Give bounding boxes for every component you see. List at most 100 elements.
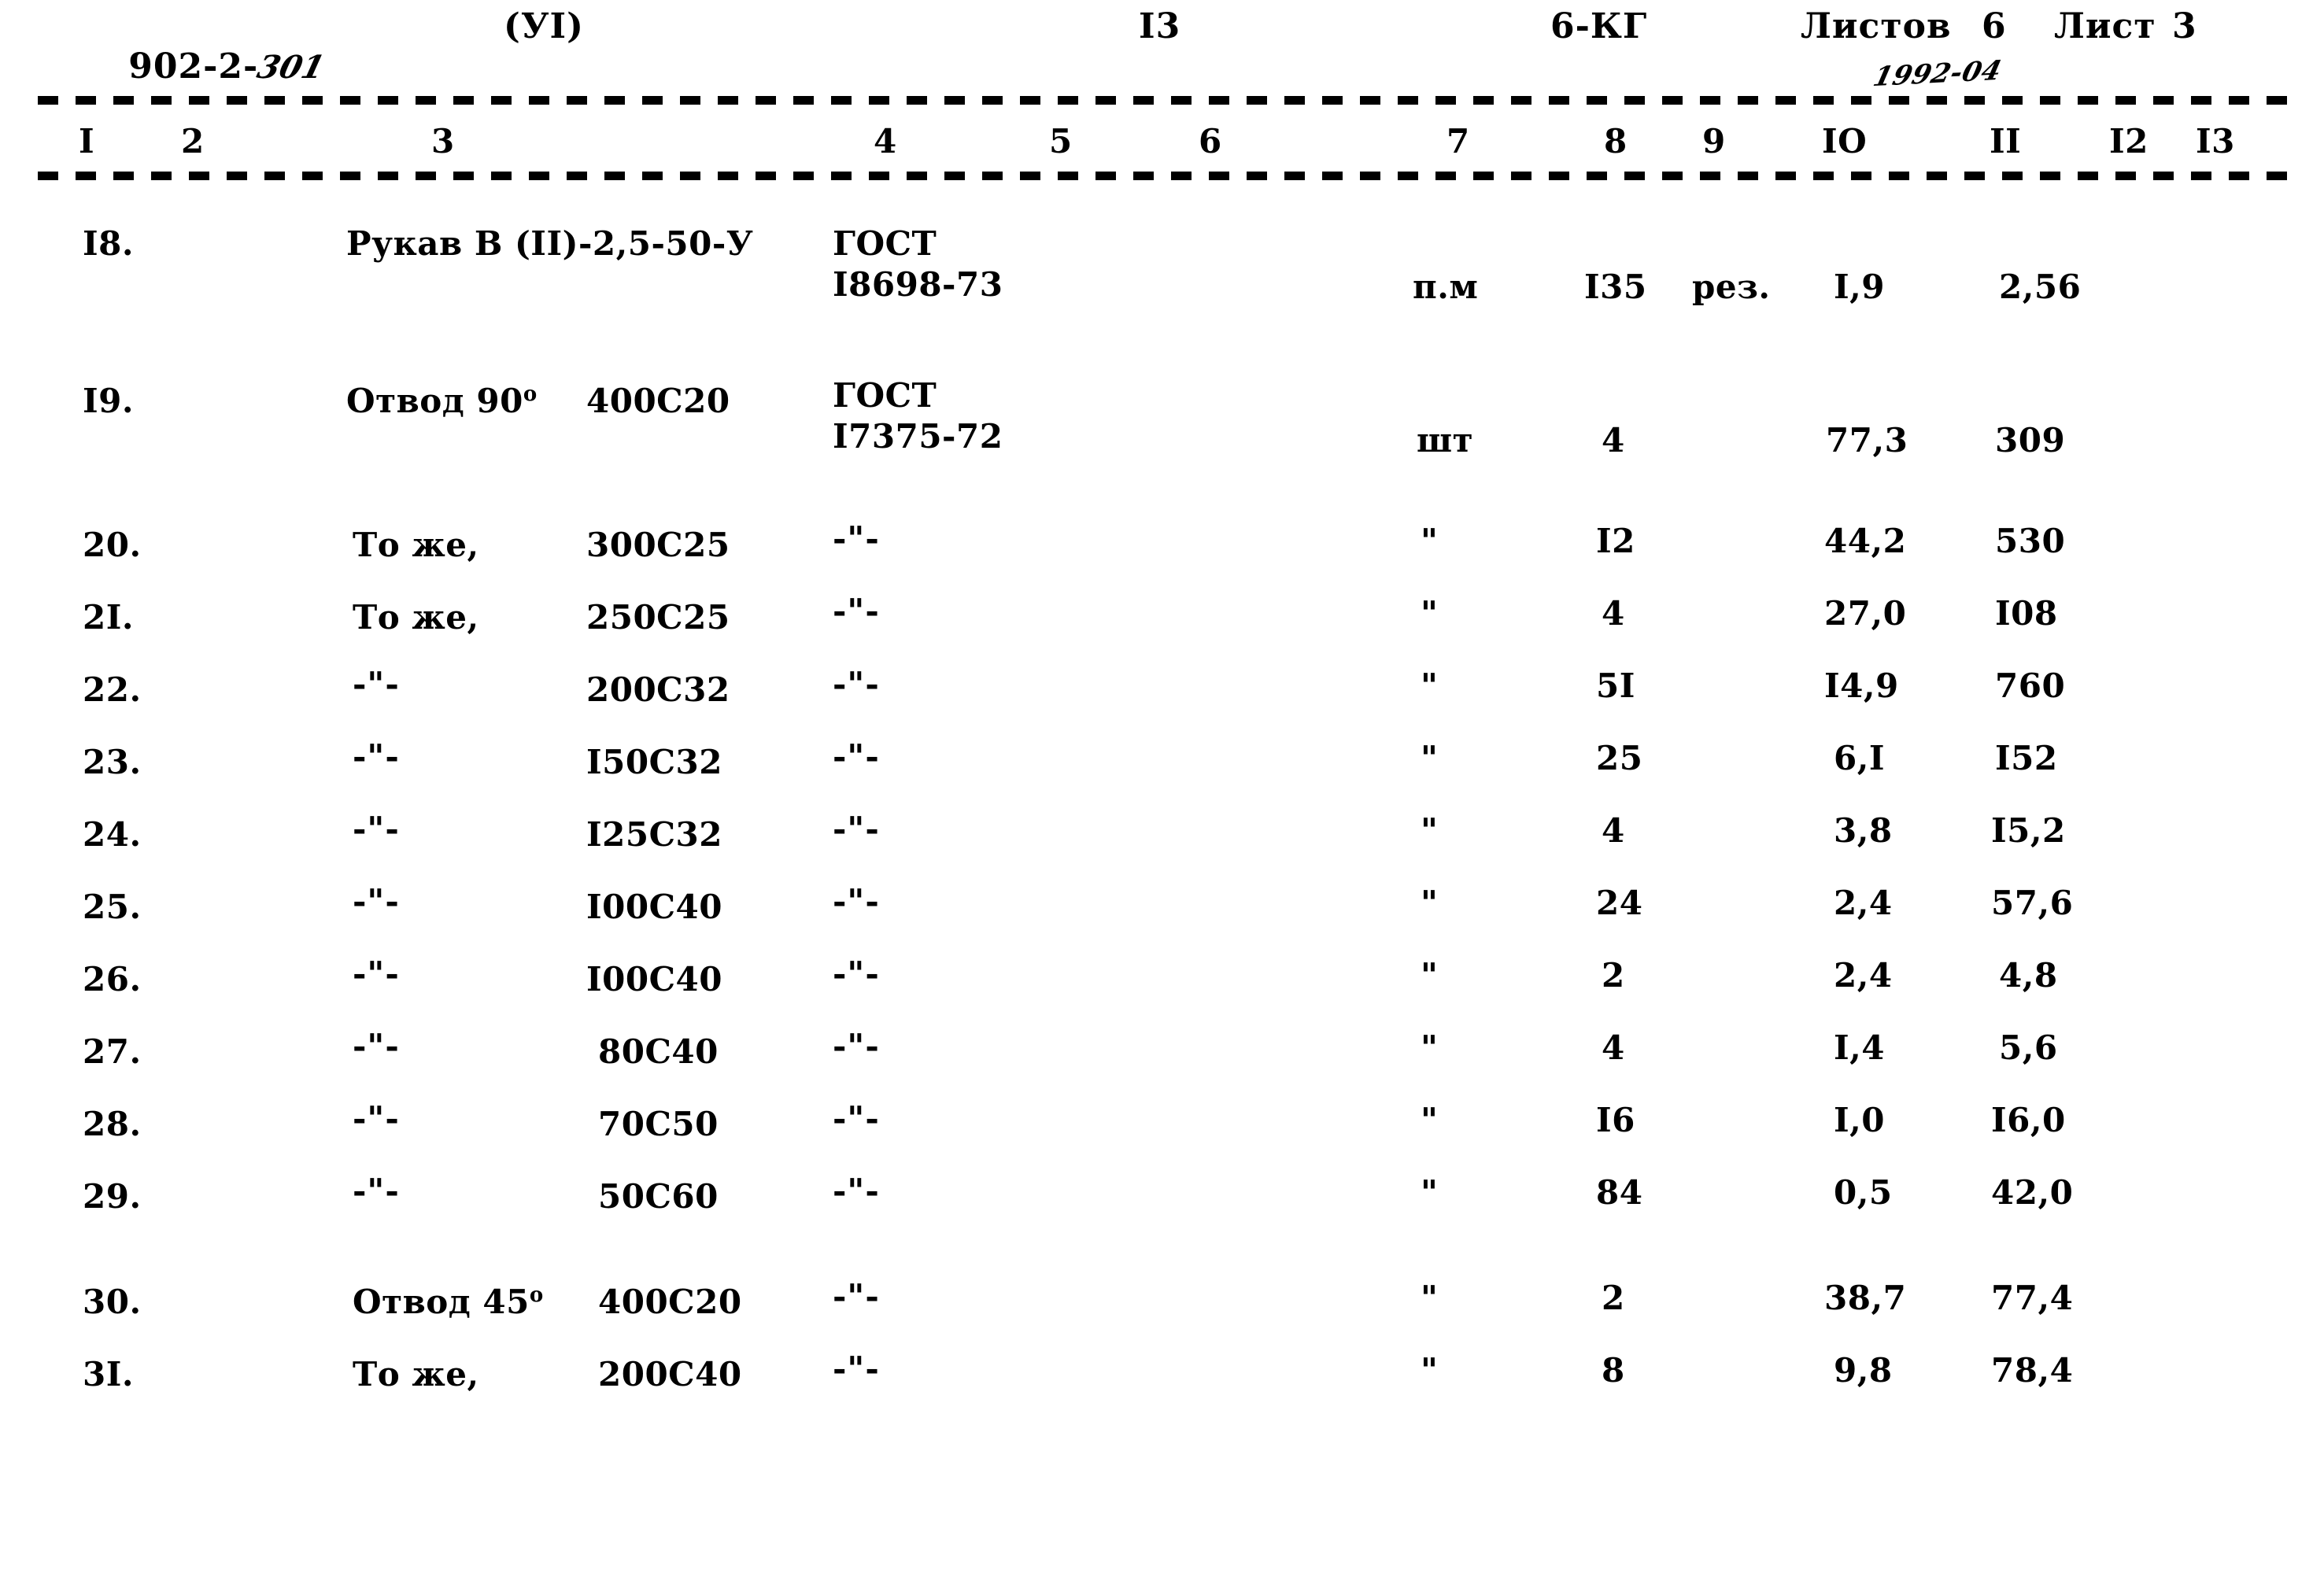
row-22-unit-mass: I4,9 bbox=[1824, 666, 1899, 705]
row-31-size: 200С40 bbox=[598, 1355, 742, 1394]
row-23-standard: -"- bbox=[833, 737, 880, 776]
row-18-material: рез. bbox=[1692, 268, 1771, 306]
row-26-name: -"- bbox=[353, 954, 400, 993]
row-25-unit: " bbox=[1421, 884, 1439, 922]
sheets-total-label: Листов bbox=[1801, 6, 1952, 46]
row-26-pos: 26. bbox=[83, 960, 142, 999]
row-19-total-mass: 309 bbox=[1995, 421, 2066, 460]
row-18-qty: I35 bbox=[1584, 268, 1647, 306]
column-number-11: II bbox=[1990, 122, 2022, 161]
row-25-total-mass: 57,6 bbox=[1991, 884, 2074, 922]
row-30-pos: 30. bbox=[83, 1283, 142, 1321]
row-29-name: -"- bbox=[353, 1172, 400, 1210]
row-25-size: I00С40 bbox=[586, 888, 722, 926]
row-28-unit-mass: I,0 bbox=[1834, 1101, 1885, 1139]
row-22-size: 200С32 bbox=[586, 670, 730, 709]
column-number-12: I2 bbox=[2109, 122, 2148, 161]
column-number-5: 5 bbox=[1049, 122, 1073, 161]
row-21-pos: 2I. bbox=[83, 598, 134, 637]
row-29-size: 50С60 bbox=[598, 1177, 719, 1216]
row-21-name: То же, bbox=[353, 598, 479, 637]
row-24-size: I25С32 bbox=[586, 815, 722, 854]
row-27-qty: 4 bbox=[1602, 1028, 1625, 1067]
doc-code-printed: 902-2- bbox=[128, 46, 259, 87]
row-30-degree-symbol: о bbox=[529, 1283, 544, 1307]
row-29-standard: -"- bbox=[833, 1172, 880, 1210]
row-22-standard: -"- bbox=[833, 665, 880, 703]
row-30-qty: 2 bbox=[1602, 1279, 1625, 1317]
row-19-degree-symbol: о bbox=[523, 382, 538, 406]
row-31-name: То же, bbox=[353, 1355, 479, 1394]
row-28-total-mass: I6,0 bbox=[1991, 1101, 2066, 1139]
column-number-6: 6 bbox=[1199, 122, 1222, 161]
row-31-qty: 8 bbox=[1602, 1351, 1625, 1390]
row-25-unit-mass: 2,4 bbox=[1834, 884, 1893, 922]
row-21-standard: -"- bbox=[833, 592, 880, 630]
sheet-number: 3 bbox=[2172, 6, 2197, 46]
row-30-total-mass: 77,4 bbox=[1991, 1279, 2074, 1317]
page-center-number: I3 bbox=[1139, 6, 1181, 46]
dashed-rule-header bbox=[38, 172, 2289, 180]
row-19-pos: I9. bbox=[83, 382, 134, 420]
row-30-unit-mass: 38,7 bbox=[1824, 1279, 1907, 1317]
row-20-unit-mass: 44,2 bbox=[1824, 522, 1907, 560]
row-18-name: Рукав В (II)-2,5-50-У bbox=[346, 224, 754, 263]
row-28-size: 70С50 bbox=[598, 1105, 719, 1143]
row-28-name: -"- bbox=[353, 1099, 400, 1138]
row-18-unit: п.м bbox=[1413, 268, 1479, 306]
row-27-name: -"- bbox=[353, 1027, 400, 1065]
row-20-unit: " bbox=[1421, 522, 1439, 560]
row-22-total-mass: 760 bbox=[1995, 666, 2066, 705]
row-21-total-mass: I08 bbox=[1995, 594, 2058, 633]
column-number-4: 4 bbox=[874, 122, 897, 161]
row-30-name: Отвод 45о bbox=[353, 1283, 544, 1321]
row-21-size: 250С25 bbox=[586, 598, 730, 637]
row-18-standard-number: I8698-73 bbox=[833, 265, 1003, 304]
row-25-name: -"- bbox=[353, 882, 400, 921]
row-24-unit-mass: 3,8 bbox=[1834, 811, 1893, 850]
row-26-total-mass: 4,8 bbox=[1999, 956, 2058, 995]
column-number-8: 8 bbox=[1604, 122, 1628, 161]
row-18-total-mass: 2,56 bbox=[1999, 268, 2082, 306]
row-20-name: То же, bbox=[353, 526, 479, 564]
row-25-standard: -"- bbox=[833, 882, 880, 921]
row-31-unit-mass: 9,8 bbox=[1834, 1351, 1893, 1390]
section-label: (УI) bbox=[504, 6, 584, 46]
row-24-pos: 24. bbox=[83, 815, 142, 854]
row-26-standard: -"- bbox=[833, 954, 880, 993]
column-number-9: 9 bbox=[1702, 122, 1726, 161]
row-27-pos: 27. bbox=[83, 1032, 142, 1071]
row-28-pos: 28. bbox=[83, 1105, 142, 1143]
row-23-total-mass: I52 bbox=[1995, 739, 2058, 777]
row-24-name: -"- bbox=[353, 810, 400, 848]
row-31-unit: " bbox=[1421, 1351, 1439, 1390]
row-19-name-text: Отвод 90 bbox=[346, 382, 523, 420]
row-24-unit: " bbox=[1421, 811, 1439, 850]
row-28-standard: -"- bbox=[833, 1099, 880, 1138]
row-19-qty: 4 bbox=[1602, 421, 1625, 460]
row-20-qty: I2 bbox=[1596, 522, 1635, 560]
row-24-standard: -"- bbox=[833, 810, 880, 848]
row-23-size: I50С32 bbox=[586, 743, 722, 781]
row-20-size: 300С25 bbox=[586, 526, 730, 564]
sheet-label: Лист bbox=[2054, 6, 2156, 46]
row-29-unit: " bbox=[1421, 1173, 1439, 1212]
document-page: 902-2-301 (УI) I3 6-КГ Листов 6 Лист 3 1… bbox=[0, 0, 2324, 1580]
row-19-size: 400С20 bbox=[586, 382, 730, 420]
row-30-standard: -"- bbox=[833, 1277, 880, 1316]
row-29-qty: 84 bbox=[1596, 1173, 1643, 1212]
row-20-standard: -"- bbox=[833, 519, 880, 558]
row-19-unit: шт bbox=[1417, 421, 1474, 460]
row-19-unit-mass: 77,3 bbox=[1826, 421, 1908, 460]
row-30-unit: " bbox=[1421, 1279, 1439, 1317]
row-27-standard: -"- bbox=[833, 1027, 880, 1065]
column-number-7: 7 bbox=[1446, 122, 1470, 161]
sheets-total-count: 6 bbox=[1982, 6, 2007, 46]
row-18-pos: I8. bbox=[83, 224, 134, 263]
column-number-10: IO bbox=[1822, 122, 1868, 161]
row-24-total-mass: I5,2 bbox=[1991, 811, 2066, 850]
row-20-pos: 20. bbox=[83, 526, 142, 564]
row-19-name: Отвод 90о bbox=[346, 382, 538, 420]
doc-code: 902-2-301 bbox=[77, 6, 328, 127]
row-22-unit: " bbox=[1421, 666, 1439, 705]
